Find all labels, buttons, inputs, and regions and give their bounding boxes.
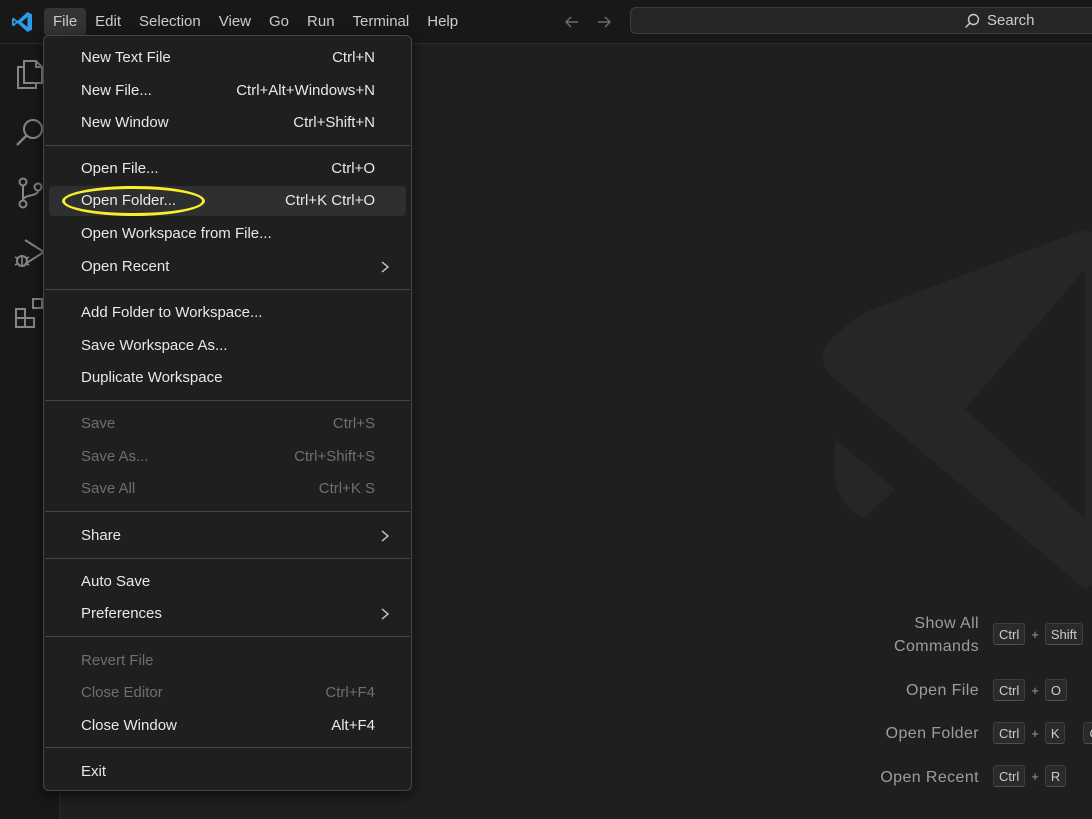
menu-item-new-window[interactable]: New Window Ctrl+Shift+N: [49, 108, 406, 138]
search-icon: [965, 13, 980, 28]
menu-item-new-text-file[interactable]: New Text File Ctrl+N: [49, 43, 406, 73]
menu-item-add-folder-to-workspace[interactable]: Add Folder to Workspace...: [49, 298, 406, 328]
menu-go[interactable]: Go: [260, 8, 298, 36]
menu-item-open-workspace-from-file[interactable]: Open Workspace from File...: [49, 219, 406, 249]
menu-separator: [45, 145, 410, 146]
menu-item-auto-save[interactable]: Auto Save: [49, 567, 406, 597]
menu-item-close-editor: Close Editor Ctrl+F4: [81, 684, 375, 701]
highlight-ring-annotation: [62, 186, 205, 216]
menu-item-save-workspace-as[interactable]: Save Workspace As...: [49, 331, 406, 361]
file-menu-dropdown: New Text File Ctrl+N New File... Ctrl+Al…: [43, 35, 412, 791]
menu-run[interactable]: Run: [298, 8, 344, 36]
hint-open-folder-label: Open Folder: [885, 725, 979, 742]
forward-arrow-icon[interactable]: [593, 11, 615, 33]
keycap: Ctrl: [993, 679, 1026, 701]
search-label: Search: [987, 12, 1035, 29]
menu-view[interactable]: View: [210, 8, 260, 36]
vscode-logo-icon[interactable]: [10, 10, 34, 34]
menu-separator: [45, 558, 410, 559]
menu-item-exit[interactable]: Exit: [49, 757, 406, 787]
menu-item-share[interactable]: Share: [49, 521, 406, 551]
hint-open-folder-keys: Ctrl + K C: [993, 722, 1092, 744]
keycap: K: [1044, 722, 1066, 744]
menu-item-close-window[interactable]: Close Window Alt+F4: [49, 711, 406, 741]
hint-show-all-commands-label: Show All Commands: [893, 615, 979, 655]
menu-selection[interactable]: Selection: [130, 8, 210, 36]
menu-separator: [45, 400, 410, 401]
menu-item-revert-file: Revert File: [81, 652, 154, 669]
keycap: Ctrl: [993, 623, 1026, 645]
menu-item-save-all: Save All Ctrl+K S: [81, 480, 375, 497]
menu-separator: [45, 636, 410, 637]
hint-open-recent-keys: Ctrl + R: [993, 765, 1067, 787]
keycap: O: [1044, 679, 1067, 701]
menu-separator: [45, 289, 410, 290]
keycap: Shift: [1044, 623, 1083, 645]
chevron-right-icon: [381, 608, 390, 620]
keycap: C: [1083, 722, 1092, 744]
chevron-right-icon: [381, 530, 390, 542]
hint-open-file-keys: Ctrl + O: [993, 679, 1067, 701]
menu-item-save: Save Ctrl+S: [81, 415, 375, 432]
command-center-search[interactable]: Search: [630, 7, 1092, 34]
hint-open-file-label: Open File: [906, 682, 979, 699]
keycap: Ctrl: [993, 722, 1026, 744]
keycap: R: [1044, 765, 1067, 787]
menu-item-duplicate-workspace[interactable]: Duplicate Workspace: [49, 363, 406, 393]
menu-terminal[interactable]: Terminal: [344, 8, 419, 36]
back-arrow-icon[interactable]: [561, 11, 583, 33]
menu-item-open-recent[interactable]: Open Recent: [49, 252, 406, 282]
menu-help[interactable]: Help: [418, 8, 467, 36]
menu-edit[interactable]: Edit: [86, 8, 130, 36]
menu-item-save-as: Save As... Ctrl+Shift+S: [81, 448, 375, 465]
menu-file[interactable]: File: [44, 8, 87, 36]
menu-separator: [45, 511, 410, 512]
menu-item-open-file[interactable]: Open File... Ctrl+O: [49, 154, 406, 184]
menu-separator: [45, 747, 410, 748]
menu-item-preferences[interactable]: Preferences: [49, 599, 406, 629]
hint-show-all-commands-keys: Ctrl + Shift: [993, 623, 1083, 645]
chevron-right-icon: [381, 261, 390, 273]
menu-item-new-file[interactable]: New File... Ctrl+Alt+Windows+N: [49, 76, 406, 106]
keycap: Ctrl: [993, 765, 1026, 787]
menu-bar: File Edit Selection View Go Run Terminal…: [44, 8, 467, 36]
hint-open-recent-label: Open Recent: [880, 769, 979, 786]
